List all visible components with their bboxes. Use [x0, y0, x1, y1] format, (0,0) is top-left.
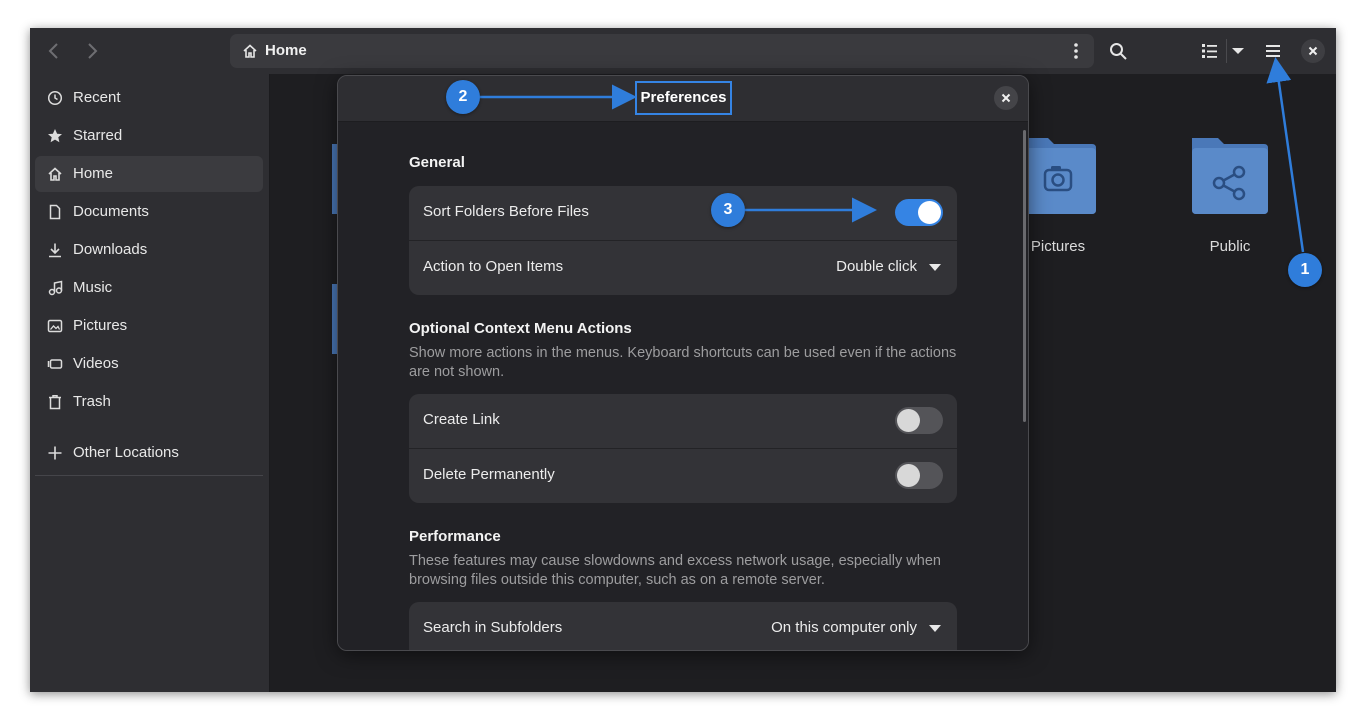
- create-link-toggle[interactable]: [895, 407, 943, 434]
- document-icon: [49, 204, 61, 220]
- forward-button[interactable]: [80, 39, 104, 63]
- context-card: Create Link Delete Permanently: [409, 394, 957, 503]
- sidebar-item-recent[interactable]: Recent: [35, 80, 263, 116]
- dropdown-arrow-icon[interactable]: [929, 264, 941, 271]
- dialog-scrollbar[interactable]: [1023, 130, 1026, 422]
- toggle-knob: [897, 464, 920, 487]
- dropdown-arrow-icon[interactable]: [929, 625, 941, 632]
- sidebar-item-label: Other Locations: [73, 444, 179, 461]
- home-icon: [48, 167, 62, 181]
- search-icon[interactable]: [1108, 41, 1128, 61]
- clock-icon: [47, 90, 63, 106]
- performance-card: Search in Subfolders On this computer on…: [409, 602, 957, 650]
- sidebar-item-pictures[interactable]: Pictures: [35, 308, 263, 344]
- close-icon: [1001, 93, 1011, 103]
- list-view-icon[interactable]: [1200, 41, 1220, 61]
- view-options-chevron-icon[interactable]: [1228, 41, 1248, 61]
- sidebar-item-downloads[interactable]: Downloads: [35, 232, 263, 268]
- dialog-title: Preferences: [635, 81, 732, 115]
- trash-icon: [49, 395, 61, 410]
- star-icon: [48, 129, 62, 143]
- section-desc-context: Show more actions in the menus. Keyboard…: [409, 345, 957, 380]
- open-action-dropdown-value[interactable]: Double click: [836, 258, 917, 275]
- chevron-right-icon: [88, 43, 98, 59]
- row-label: Sort Folders Before Files: [423, 203, 589, 220]
- sidebar-item-label: Pictures: [73, 317, 128, 334]
- row-delete-permanently[interactable]: Delete Permanently: [409, 448, 957, 503]
- general-card: Sort Folders Before Files Action to Open…: [409, 186, 957, 295]
- header-bar: Home: [30, 28, 1336, 74]
- dialog-header: Preferences: [338, 76, 1028, 122]
- chevron-left-icon: [48, 43, 58, 59]
- close-icon: [1308, 46, 1318, 56]
- folder-label-public: Public: [1209, 238, 1251, 255]
- sidebar-item-label: Trash: [73, 393, 111, 410]
- plus-icon: [48, 446, 62, 460]
- dialog-body: General Sort Folders Before Files Action…: [338, 122, 1028, 650]
- section-desc-performance: These features may cause slowdowns and e…: [409, 553, 941, 588]
- sidebar-item-music[interactable]: Music: [35, 270, 263, 306]
- folder-public[interactable]: [1190, 134, 1270, 214]
- sidebar-item-trash[interactable]: Trash: [35, 384, 263, 420]
- sidebar-item-label: Downloads: [73, 241, 148, 258]
- row-label: Delete Permanently: [423, 466, 555, 483]
- search-subfolders-dropdown-value[interactable]: On this computer only: [771, 619, 917, 636]
- folder-pictures[interactable]: [1018, 134, 1098, 214]
- vertical-dots-icon[interactable]: [1068, 42, 1084, 60]
- row-label: Action to Open Items: [423, 258, 564, 275]
- sort-folders-toggle[interactable]: [895, 199, 943, 226]
- sidebar-item-label: Videos: [73, 355, 119, 372]
- hamburger-menu-icon[interactable]: [1263, 41, 1283, 61]
- share-folder-icon: [1192, 138, 1268, 214]
- path-label: Home: [265, 42, 307, 59]
- music-icon: [48, 280, 63, 296]
- sidebar-item-label: Home: [73, 165, 114, 182]
- annotation-badge-1: 1: [1288, 253, 1322, 287]
- sidebar-item-label: Music: [73, 279, 113, 296]
- annotation-badge-2: 2: [446, 80, 480, 114]
- path-bar[interactable]: Home: [230, 34, 1094, 68]
- preferences-dialog: Preferences General Sort Folders Before …: [337, 75, 1029, 651]
- toggle-knob: [918, 201, 941, 224]
- download-icon: [49, 243, 61, 258]
- picture-icon: [47, 319, 63, 333]
- view-divider: [1226, 39, 1227, 63]
- sidebar-item-other-locations[interactable]: Other Locations: [35, 435, 263, 471]
- sidebar-item-videos[interactable]: Videos: [35, 346, 263, 382]
- sidebar-item-documents[interactable]: Documents: [35, 194, 263, 230]
- back-button[interactable]: [42, 39, 66, 63]
- sidebar-divider: [35, 475, 263, 476]
- delete-permanently-toggle[interactable]: [895, 462, 943, 489]
- sidebar-item-label: Documents: [73, 203, 149, 220]
- camera-folder-icon: [1022, 138, 1096, 214]
- row-label: Search in Subfolders: [423, 619, 563, 636]
- row-search-subfolders[interactable]: Search in Subfolders On this computer on…: [409, 602, 957, 650]
- window-close-button[interactable]: [1301, 39, 1325, 63]
- section-title-general: General: [409, 154, 465, 171]
- sidebar-item-starred[interactable]: Starred: [35, 118, 263, 154]
- row-create-link[interactable]: Create Link: [409, 394, 957, 448]
- section-title-context: Optional Context Menu Actions: [409, 320, 632, 337]
- sidebar-item-home[interactable]: Home: [35, 156, 263, 192]
- annotation-badge-3: 3: [711, 193, 745, 227]
- sidebar: Recent Starred Home Documents Downloads …: [30, 74, 270, 692]
- section-title-performance: Performance: [409, 528, 501, 545]
- row-open-action[interactable]: Action to Open Items Double click: [409, 240, 957, 295]
- toggle-knob: [897, 409, 920, 432]
- sidebar-item-label: Recent: [73, 89, 121, 106]
- dialog-close-button[interactable]: [994, 86, 1018, 110]
- sidebar-item-label: Starred: [73, 127, 123, 144]
- video-icon: [47, 359, 63, 369]
- home-icon: [243, 44, 257, 58]
- row-sort-folders[interactable]: Sort Folders Before Files: [409, 186, 957, 240]
- row-label: Create Link: [423, 411, 500, 428]
